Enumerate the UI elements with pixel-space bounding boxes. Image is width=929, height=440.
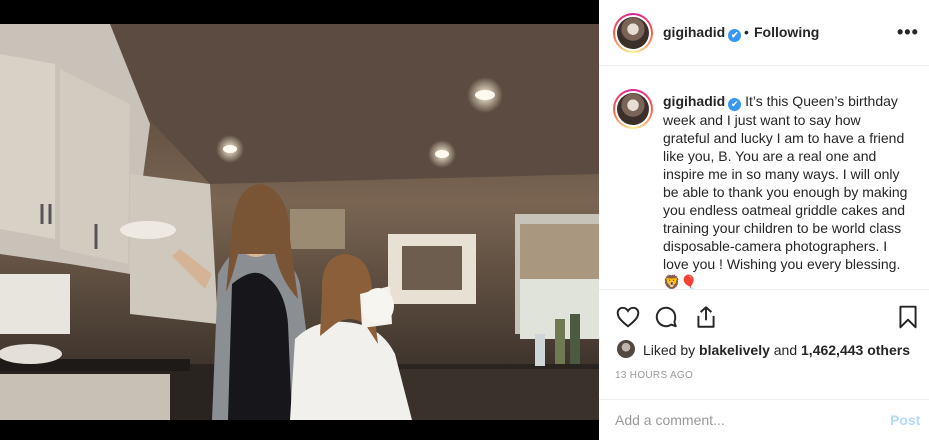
likes-text: Liked by blakelively and 1,462,443 other… (643, 342, 910, 358)
likes-count-link[interactable]: 1,462,443 others (801, 342, 910, 358)
caption-text: gigihadid ✔ It’s this Queen’s birthday we… (663, 92, 911, 289)
speech-bubble-icon[interactable] (653, 304, 679, 330)
caption-body: It’s this Queen’s birthday week and I ju… (663, 93, 908, 289)
comment-section: Post (599, 399, 929, 440)
username-text[interactable]: gigihadid (663, 24, 725, 40)
caption-verified-icon: ✔ (728, 98, 742, 111)
liked-by-and: and (773, 342, 798, 358)
post-photo-illustration (0, 24, 599, 420)
actions-section: Liked by blakelively and 1,462,443 other… (599, 289, 929, 399)
liked-by-prefix: Liked by (643, 342, 696, 358)
post-timestamp[interactable]: 13 HOURS AGO (615, 370, 693, 381)
separator-dot: • (744, 24, 749, 40)
post-header: gigihadid ✔ • Following ••• (599, 0, 929, 66)
following-button[interactable]: Following (754, 24, 819, 40)
heart-icon[interactable] (615, 304, 641, 330)
share-icon[interactable] (693, 304, 719, 330)
avatar[interactable] (613, 13, 653, 53)
verified-badge-icon: ✔ (728, 29, 742, 42)
post-photo[interactable] (0, 24, 599, 420)
comment-input[interactable] (615, 412, 855, 428)
photo-pane (0, 0, 599, 440)
more-options-icon[interactable]: ••• (897, 22, 919, 43)
bookmark-icon[interactable] (895, 304, 921, 330)
caption-section: gigihadid ✔ It’s this Queen’s birthday we… (599, 67, 929, 289)
post-sidebar: gigihadid ✔ • Following ••• gigihadid ✔ It… (599, 0, 929, 440)
caption-avatar[interactable] (613, 89, 653, 129)
post-comment-button[interactable]: Post (890, 412, 920, 428)
caption-username[interactable]: gigihadid (663, 93, 725, 109)
liked-by-user-link[interactable]: blakelively (699, 342, 770, 358)
username-link[interactable]: gigihadid ✔ (663, 24, 742, 42)
liker-avatar[interactable] (617, 340, 635, 358)
